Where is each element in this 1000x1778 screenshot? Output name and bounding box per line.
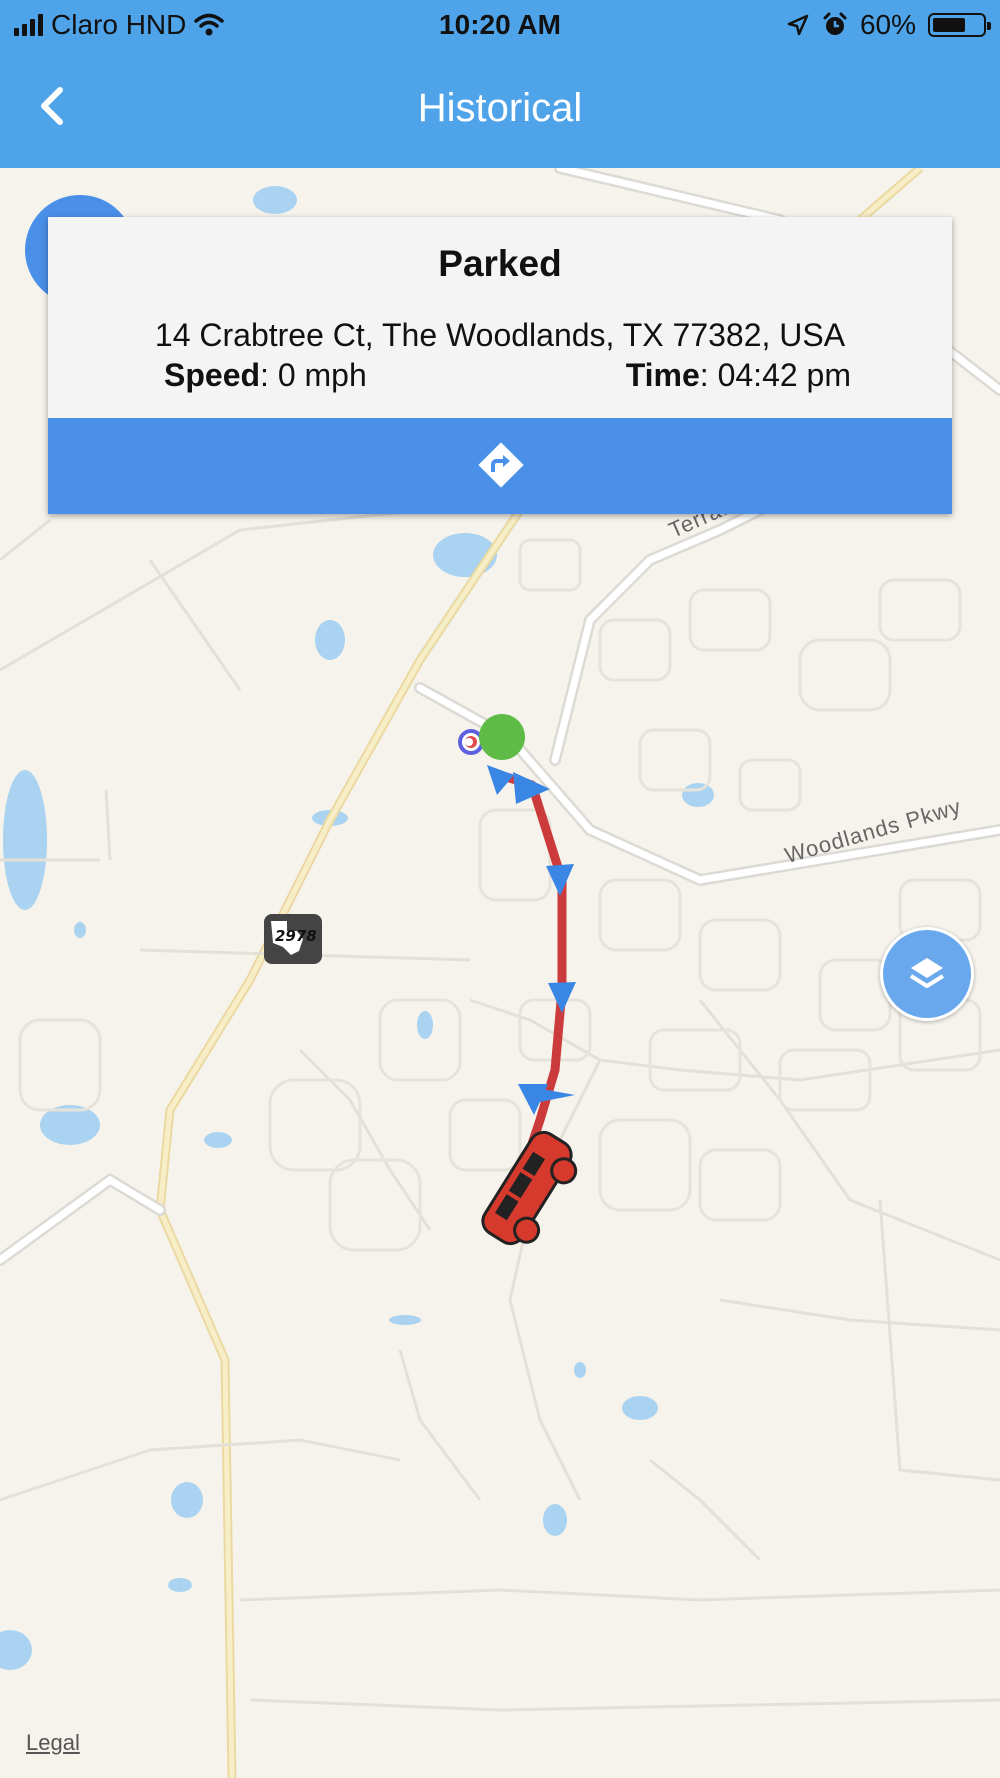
status-bar: Claro HND 10:20 AM 60% xyxy=(0,0,1000,48)
status-right: 60% xyxy=(786,9,991,41)
popup-time: Time: 04:42 pm xyxy=(626,357,851,394)
speed-value: : 0 mph xyxy=(260,357,367,393)
speed-label: Speed xyxy=(164,357,261,393)
popup-address: 14 Crabtree Ct, The Woodlands, TX 77382,… xyxy=(154,317,846,353)
layers-icon xyxy=(909,958,945,988)
layers-button[interactable] xyxy=(880,927,974,1021)
legal-link[interactable]: Legal xyxy=(26,1730,80,1756)
page-title: Historical xyxy=(417,86,583,130)
highway-shield-icon: 2978 xyxy=(263,913,323,965)
nav-bar: Historical xyxy=(0,48,1000,168)
popup-title: Parked xyxy=(438,243,562,284)
time-label: Time xyxy=(625,357,700,393)
directions-icon xyxy=(478,442,524,488)
time-value: : 04:42 pm xyxy=(699,357,851,393)
highway-shield-number: 2978 xyxy=(275,927,317,945)
popup-speed: Speed: 0 mph xyxy=(164,357,367,394)
alarm-icon xyxy=(823,12,847,35)
location-arrow-icon xyxy=(787,14,809,36)
location-info-popup: Parked 14 Crabtree Ct, The Woodlands, TX… xyxy=(48,217,952,514)
battery-icon xyxy=(928,13,991,37)
directions-button[interactable] xyxy=(48,418,952,514)
battery-percent: 60% xyxy=(859,9,916,40)
